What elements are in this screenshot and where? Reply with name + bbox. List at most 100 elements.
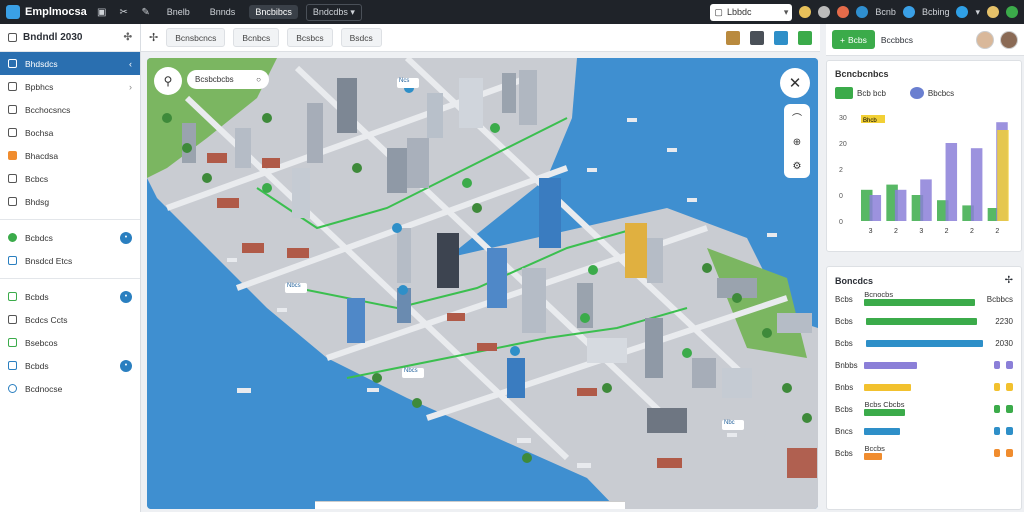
y-tick-label: 0 [839, 193, 843, 200]
toolbar-button-3[interactable]: Bcsbcs [287, 28, 333, 47]
window-icon[interactable]: ▣ [95, 5, 109, 19]
legend-item[interactable]: Bcb bcb [835, 87, 886, 99]
y-tick-label: 20 [839, 141, 847, 148]
city-map[interactable]: Ncs Nbcs Nbc Nbcs ⚲ Bcsbcbcbs ○ ✕ ⌒ ⊕ ⚙ [147, 58, 818, 509]
help-icon[interactable] [818, 6, 831, 18]
chevron-down-icon[interactable]: ▾ [975, 7, 980, 18]
top-link-2[interactable]: Bnnds [204, 5, 242, 19]
sidebar-item-14[interactable]: Bcdnocse [0, 377, 140, 400]
stat-text: Bcnocbs [864, 289, 894, 299]
right-label-1[interactable]: Bcnb [875, 7, 896, 17]
badge-dot: • [120, 359, 132, 372]
sidebar-item-label: Bnsdcd Etcs [25, 255, 73, 266]
stat-row[interactable]: Bcbs 2230 [827, 310, 1021, 332]
map-search[interactable]: Bcsbcbcbs ○ [187, 70, 269, 89]
layers-icon [8, 105, 17, 114]
toolbar-button-2[interactable]: Bcnbcs [233, 28, 280, 47]
badge-dot: • [120, 231, 132, 244]
bar[interactable] [945, 143, 958, 221]
close-icon[interactable]: ✕ [780, 68, 810, 98]
stat-bar-fill [864, 361, 918, 369]
sidebar-item-2[interactable]: Bpbhcs › [0, 75, 140, 98]
sidebar-item-9[interactable]: Bnsdcd Etcs [0, 249, 140, 272]
top-select[interactable]: ▢ Lbbdc ▾ [710, 3, 793, 21]
chat-icon[interactable] [956, 6, 969, 18]
circle-icon [8, 384, 17, 393]
top-link-3[interactable]: Bncbibcs [249, 5, 298, 19]
stat-bar [864, 361, 981, 369]
sidebar-item-8[interactable]: Bcbdcs • [0, 226, 140, 249]
toolbar-label: Bcnbcs [242, 32, 271, 43]
stat-row[interactable]: Bnbbs [827, 354, 1021, 376]
legend-swatch [835, 87, 853, 99]
tools-icon[interactable]: ✂ [117, 5, 131, 19]
apps-icon[interactable] [1006, 6, 1018, 18]
legend-swatch [1006, 405, 1014, 413]
stat-row[interactable]: Bnbs [827, 376, 1021, 398]
bar[interactable] [920, 179, 932, 221]
pin-icon[interactable]: ✣ [124, 32, 132, 43]
x-tick-label: 2 [970, 228, 974, 235]
settings-control-icon[interactable]: ⚙ [793, 161, 802, 172]
status-icon[interactable] [902, 6, 915, 18]
stat-row[interactable]: Bncs [827, 420, 1021, 442]
stat-row[interactable]: Bcbs Bcnocbs Bcbbcs [827, 288, 1021, 310]
map-label-4[interactable]: Nbcs [404, 368, 418, 374]
map-label-2[interactable]: Nbcs [287, 283, 301, 289]
stat-bar-fill [865, 317, 977, 325]
brand[interactable]: Emplmocsa [6, 5, 87, 19]
sidebar-item-12[interactable]: Bsebcos [0, 331, 140, 354]
stat-row[interactable]: Bcbs Bccbs [827, 442, 1021, 464]
sidebar-item-1[interactable]: Bhdsdcs ‹ [0, 52, 140, 75]
sidebar-item-label: Bhdsg [25, 196, 50, 207]
tree-tool-icon[interactable] [726, 30, 740, 45]
avatar[interactable] [976, 30, 994, 49]
user-avatar[interactable] [987, 6, 999, 18]
stat-value: Bcbbcs [986, 294, 1013, 304]
globe-icon[interactable] [856, 6, 869, 18]
right-label-2[interactable]: Bcbing [922, 7, 950, 17]
bar[interactable] [869, 195, 882, 221]
add-icon[interactable]: ✢ [1005, 275, 1013, 286]
toolbar-button-1[interactable]: Bcnsbcncs [166, 28, 226, 47]
layers-control-icon[interactable]: ⌒ [792, 110, 802, 125]
sidebar-item-4[interactable]: Bochsa [0, 121, 140, 144]
leaf-icon [8, 233, 17, 242]
bar[interactable] [970, 148, 983, 221]
sidebar-item-label: Bcdnocse [25, 383, 63, 394]
notification-icon[interactable] [799, 6, 812, 18]
map-label-3[interactable]: Nbc [724, 420, 735, 426]
locate-icon[interactable]: ⊕ [793, 137, 801, 148]
map-label-1[interactable]: Ncs [399, 78, 409, 84]
sidebar-item-3[interactable]: Bcchocsncs [0, 98, 140, 121]
top-link-1[interactable]: Bnelb [161, 5, 196, 19]
move-icon[interactable]: ✢ [149, 31, 158, 44]
toolbar-button-4[interactable]: Bsdcs [340, 28, 382, 47]
sidebar-item-13[interactable]: Bcbds • [0, 354, 140, 377]
stat-row[interactable]: Bcbs 2030 [827, 332, 1021, 354]
sidebar-item-label: Bsebcos [25, 337, 58, 348]
legend-item[interactable]: Bbcbcs [909, 87, 954, 99]
sidebar-item-label: Bcbds [25, 291, 49, 302]
map-scrollbar[interactable] [315, 501, 625, 509]
bar[interactable] [894, 189, 907, 221]
top-link-4[interactable]: Bndcdbs ▾ [305, 3, 362, 21]
edit-icon[interactable]: ✎ [139, 5, 153, 19]
bus-tool-icon[interactable] [750, 30, 764, 45]
park-tool-icon[interactable] [798, 30, 812, 45]
bar[interactable] [997, 130, 1009, 221]
alert-icon[interactable] [837, 6, 850, 18]
sidebar-item-11[interactable]: Bcdcs Ccts [0, 308, 140, 331]
transit-tool-icon[interactable] [774, 30, 788, 45]
avatar[interactable] [1000, 30, 1018, 49]
sidebar-item-5[interactable]: Bhacdsa [0, 144, 140, 167]
bike-icon[interactable]: ⚲ [154, 67, 182, 95]
sidebar-menu-icon[interactable] [8, 33, 17, 42]
sidebar-item-10[interactable]: Bcbds • [0, 285, 140, 308]
primary-button[interactable]: + Bcbs [832, 30, 875, 49]
stat-bar: Bccbs [864, 444, 981, 460]
stat-row[interactable]: Bcbs Bcbs Cbcbs [827, 398, 1021, 420]
sidebar-item-7[interactable]: Bhdsg [0, 190, 140, 213]
sidebar-header: Bndndl 2030 ✣ [0, 24, 140, 52]
sidebar-item-6[interactable]: Bcbcs [0, 167, 140, 190]
